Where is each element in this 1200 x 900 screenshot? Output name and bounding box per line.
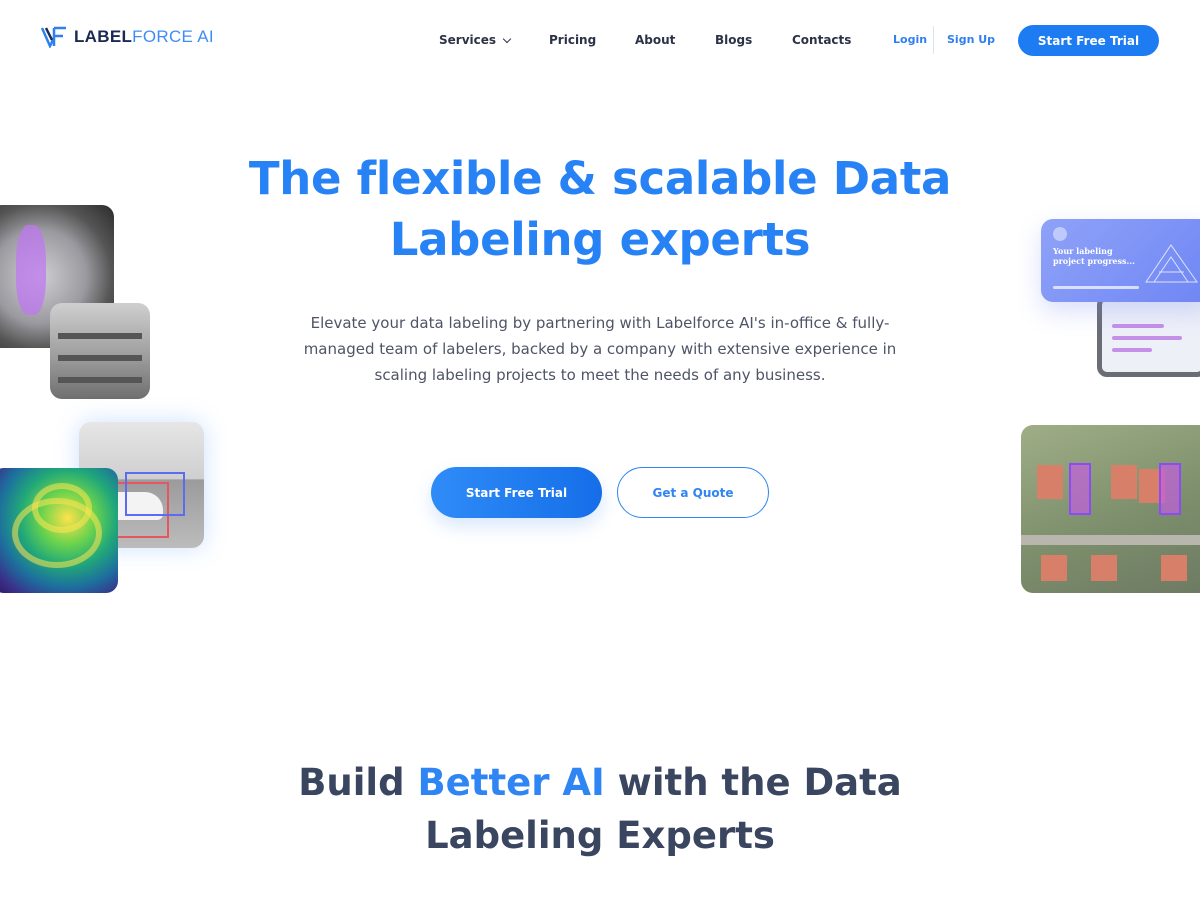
nav-start-free-trial-button[interactable]: Start Free Trial: [1018, 25, 1159, 56]
caption-line: Your labeling: [1053, 246, 1113, 256]
selection-overlay: [1159, 463, 1181, 515]
dashboard-line: [1112, 348, 1152, 352]
caption-line: project progress...: [1053, 256, 1135, 266]
progress-card-caption: Your labeling project progress...: [1053, 246, 1135, 266]
device-dashboard-image: [1097, 295, 1200, 377]
nav-contacts[interactable]: Contacts: [792, 33, 851, 47]
hero-title: The flexible & scalable Data Labeling ex…: [200, 148, 1000, 270]
road: [1021, 535, 1200, 545]
hero-subtitle-line: Elevate your data labeling by partnering…: [310, 314, 890, 332]
heading-highlight: Better AI: [417, 761, 605, 804]
nav-blogs[interactable]: Blogs: [715, 33, 752, 47]
hero-subtitle: Elevate your data labeling by partnering…: [268, 310, 932, 388]
hero-title-line: Labeling experts: [389, 213, 811, 266]
section-heading: Build Better AI with the Data Labeling E…: [200, 756, 1000, 862]
house-roof: [1041, 555, 1067, 581]
desk-row: [58, 355, 142, 361]
start-free-trial-button[interactable]: Start Free Trial: [431, 467, 602, 518]
card-avatar-icon: [1053, 227, 1067, 241]
terrain-heatmap-image: [0, 468, 118, 593]
contour-band: [32, 483, 92, 533]
top-navigation: LABELFORCE AI Services Pricing About Blo…: [0, 0, 1200, 80]
nav-services[interactable]: Services: [439, 33, 512, 47]
bounding-box-blue: [125, 472, 185, 516]
aerial-houses-image: [1021, 425, 1200, 593]
progress-card: Your labeling project progress...: [1041, 219, 1200, 302]
chevron-down-icon: [502, 34, 512, 44]
desk-row: [58, 377, 142, 383]
desk-row: [58, 333, 142, 339]
signup-link[interactable]: Sign Up: [947, 33, 995, 46]
nav-services-label: Services: [439, 33, 497, 47]
get-a-quote-button[interactable]: Get a Quote: [617, 467, 769, 518]
house-roof: [1161, 555, 1187, 581]
nav-about[interactable]: About: [635, 33, 675, 47]
hero-subtitle-line: managed team of labelers, backed by a co…: [303, 340, 897, 358]
nav-pricing[interactable]: Pricing: [549, 33, 596, 47]
house-roof: [1111, 465, 1137, 499]
house-roof: [1091, 555, 1117, 581]
login-link[interactable]: Login: [893, 33, 927, 46]
office-scene-image: [50, 303, 150, 399]
progress-bar: [1053, 286, 1139, 289]
section-heading-line: Build Better AI with the Data: [200, 756, 1000, 809]
heading-text: Build: [298, 761, 418, 804]
dashboard-line: [1112, 336, 1182, 340]
site-logo[interactable]: LABELFORCE AI: [40, 26, 214, 48]
logo-icon: [40, 26, 66, 48]
hero-subtitle-line: scaling labeling projects to meet the ne…: [374, 366, 826, 384]
heading-text: with the Data: [604, 761, 902, 804]
selection-overlay: [1069, 463, 1091, 515]
hero-title-line: The flexible & scalable Data: [248, 152, 952, 205]
house-roof: [1037, 465, 1063, 499]
logo-text: LABELFORCE AI: [74, 27, 214, 46]
mesh-graph-icon: [1145, 244, 1198, 283]
brain-annotation-overlay: [16, 225, 46, 315]
dashboard-line: [1112, 324, 1164, 328]
section-heading-line: Labeling Experts: [425, 814, 775, 857]
auth-divider: [933, 26, 934, 54]
